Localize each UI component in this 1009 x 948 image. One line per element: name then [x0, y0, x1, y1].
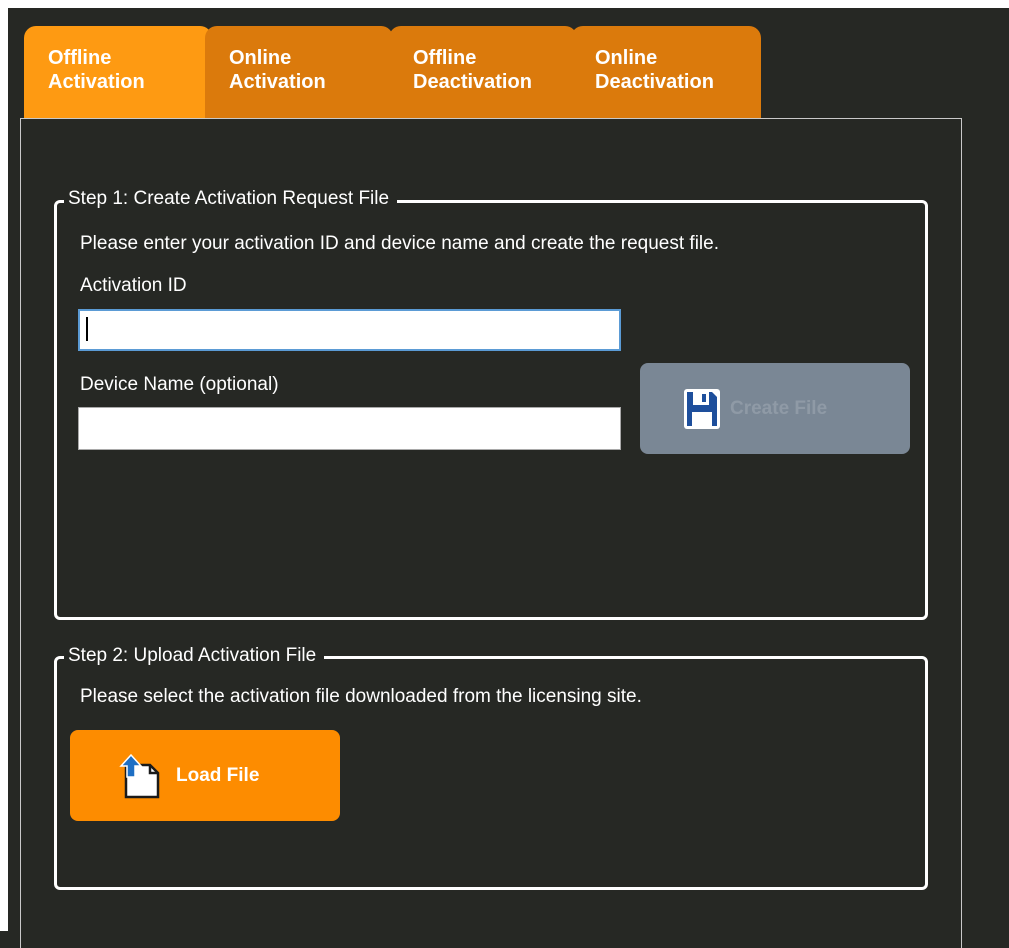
tab-label-line1: Online [229, 47, 292, 69]
create-file-button[interactable]: Create File [640, 363, 910, 454]
tab-online-deactivation[interactable]: Online Deactivation [571, 26, 761, 118]
tab-offline-deactivation[interactable]: Offline Deactivation [389, 26, 577, 118]
tab-online-activation[interactable]: Online Activation [205, 26, 393, 118]
upload-file-icon [118, 751, 164, 801]
load-file-label: Load File [176, 764, 260, 786]
step2-instruction: Please select the activation file downlo… [80, 686, 642, 707]
tab-label-line1: Online [595, 47, 658, 69]
window-right-edge [985, 8, 1009, 931]
load-file-button[interactable]: Load File [70, 730, 340, 821]
window-left-edge [0, 0, 8, 931]
device-name-input[interactable] [78, 407, 621, 450]
window-top-edge [0, 0, 1009, 8]
tab-label-line2: Activation [48, 71, 145, 93]
activation-id-input[interactable] [78, 309, 621, 351]
device-name-label: Device Name (optional) [80, 374, 279, 395]
tab-label-line2: Deactivation [595, 71, 714, 93]
step2-title: Step 2: Upload Activation File [64, 645, 325, 667]
tab-offline-activation[interactable]: Offline Activation [24, 26, 212, 118]
save-icon [682, 387, 722, 431]
activation-id-label: Activation ID [80, 275, 187, 296]
tab-label-line1: Offline [413, 47, 477, 69]
tab-label-line2: Activation [229, 71, 326, 93]
tab-label-line1: Offline [48, 47, 112, 69]
text-caret [86, 317, 88, 341]
tab-label-line2: Deactivation [413, 71, 532, 93]
create-file-label: Create File [730, 397, 828, 419]
step1-title: Step 1: Create Activation Request File [64, 188, 398, 210]
step1-instruction: Please enter your activation ID and devi… [80, 233, 719, 254]
